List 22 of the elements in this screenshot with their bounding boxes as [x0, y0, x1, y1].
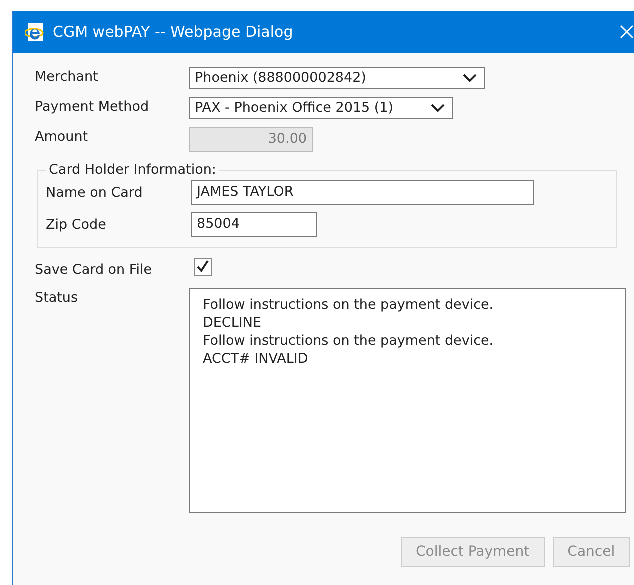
browser-icon [25, 22, 45, 42]
field-label: Save Card on File [35, 261, 153, 278]
field-label: Name on Card [46, 184, 144, 200]
status-line: DECLINE [203, 314, 262, 332]
window-title: CGM webPAY -- Webpage Dialog [53, 23, 294, 41]
field-label: Merchant [35, 68, 100, 85]
status-line: Follow instructions on the payment device. [203, 332, 495, 350]
zip-field[interactable]: 85004 [191, 212, 317, 237]
field-label: Zip Code [46, 216, 108, 232]
close-icon[interactable] [619, 24, 634, 40]
merchant-dropdown[interactable]: Phoenix (888000002842) [189, 67, 485, 89]
chevron-down-icon [462, 73, 478, 83]
field-label: Payment Method [35, 98, 150, 115]
chevron-down-icon [430, 103, 446, 113]
group-legend: Card Holder Information: [46, 162, 220, 178]
status-line: Follow instructions on the payment device. [203, 296, 495, 314]
checkbox[interactable] [194, 258, 212, 276]
payment-method-dropdown[interactable]: PAX - Phoenix Office 2015 (1) [189, 97, 453, 119]
field-label: Status [35, 289, 80, 306]
name-field[interactable]: JAMES TAYLOR [191, 180, 534, 205]
status-line: ACCT# INVALID [203, 350, 310, 368]
field-label: Amount [35, 128, 90, 145]
